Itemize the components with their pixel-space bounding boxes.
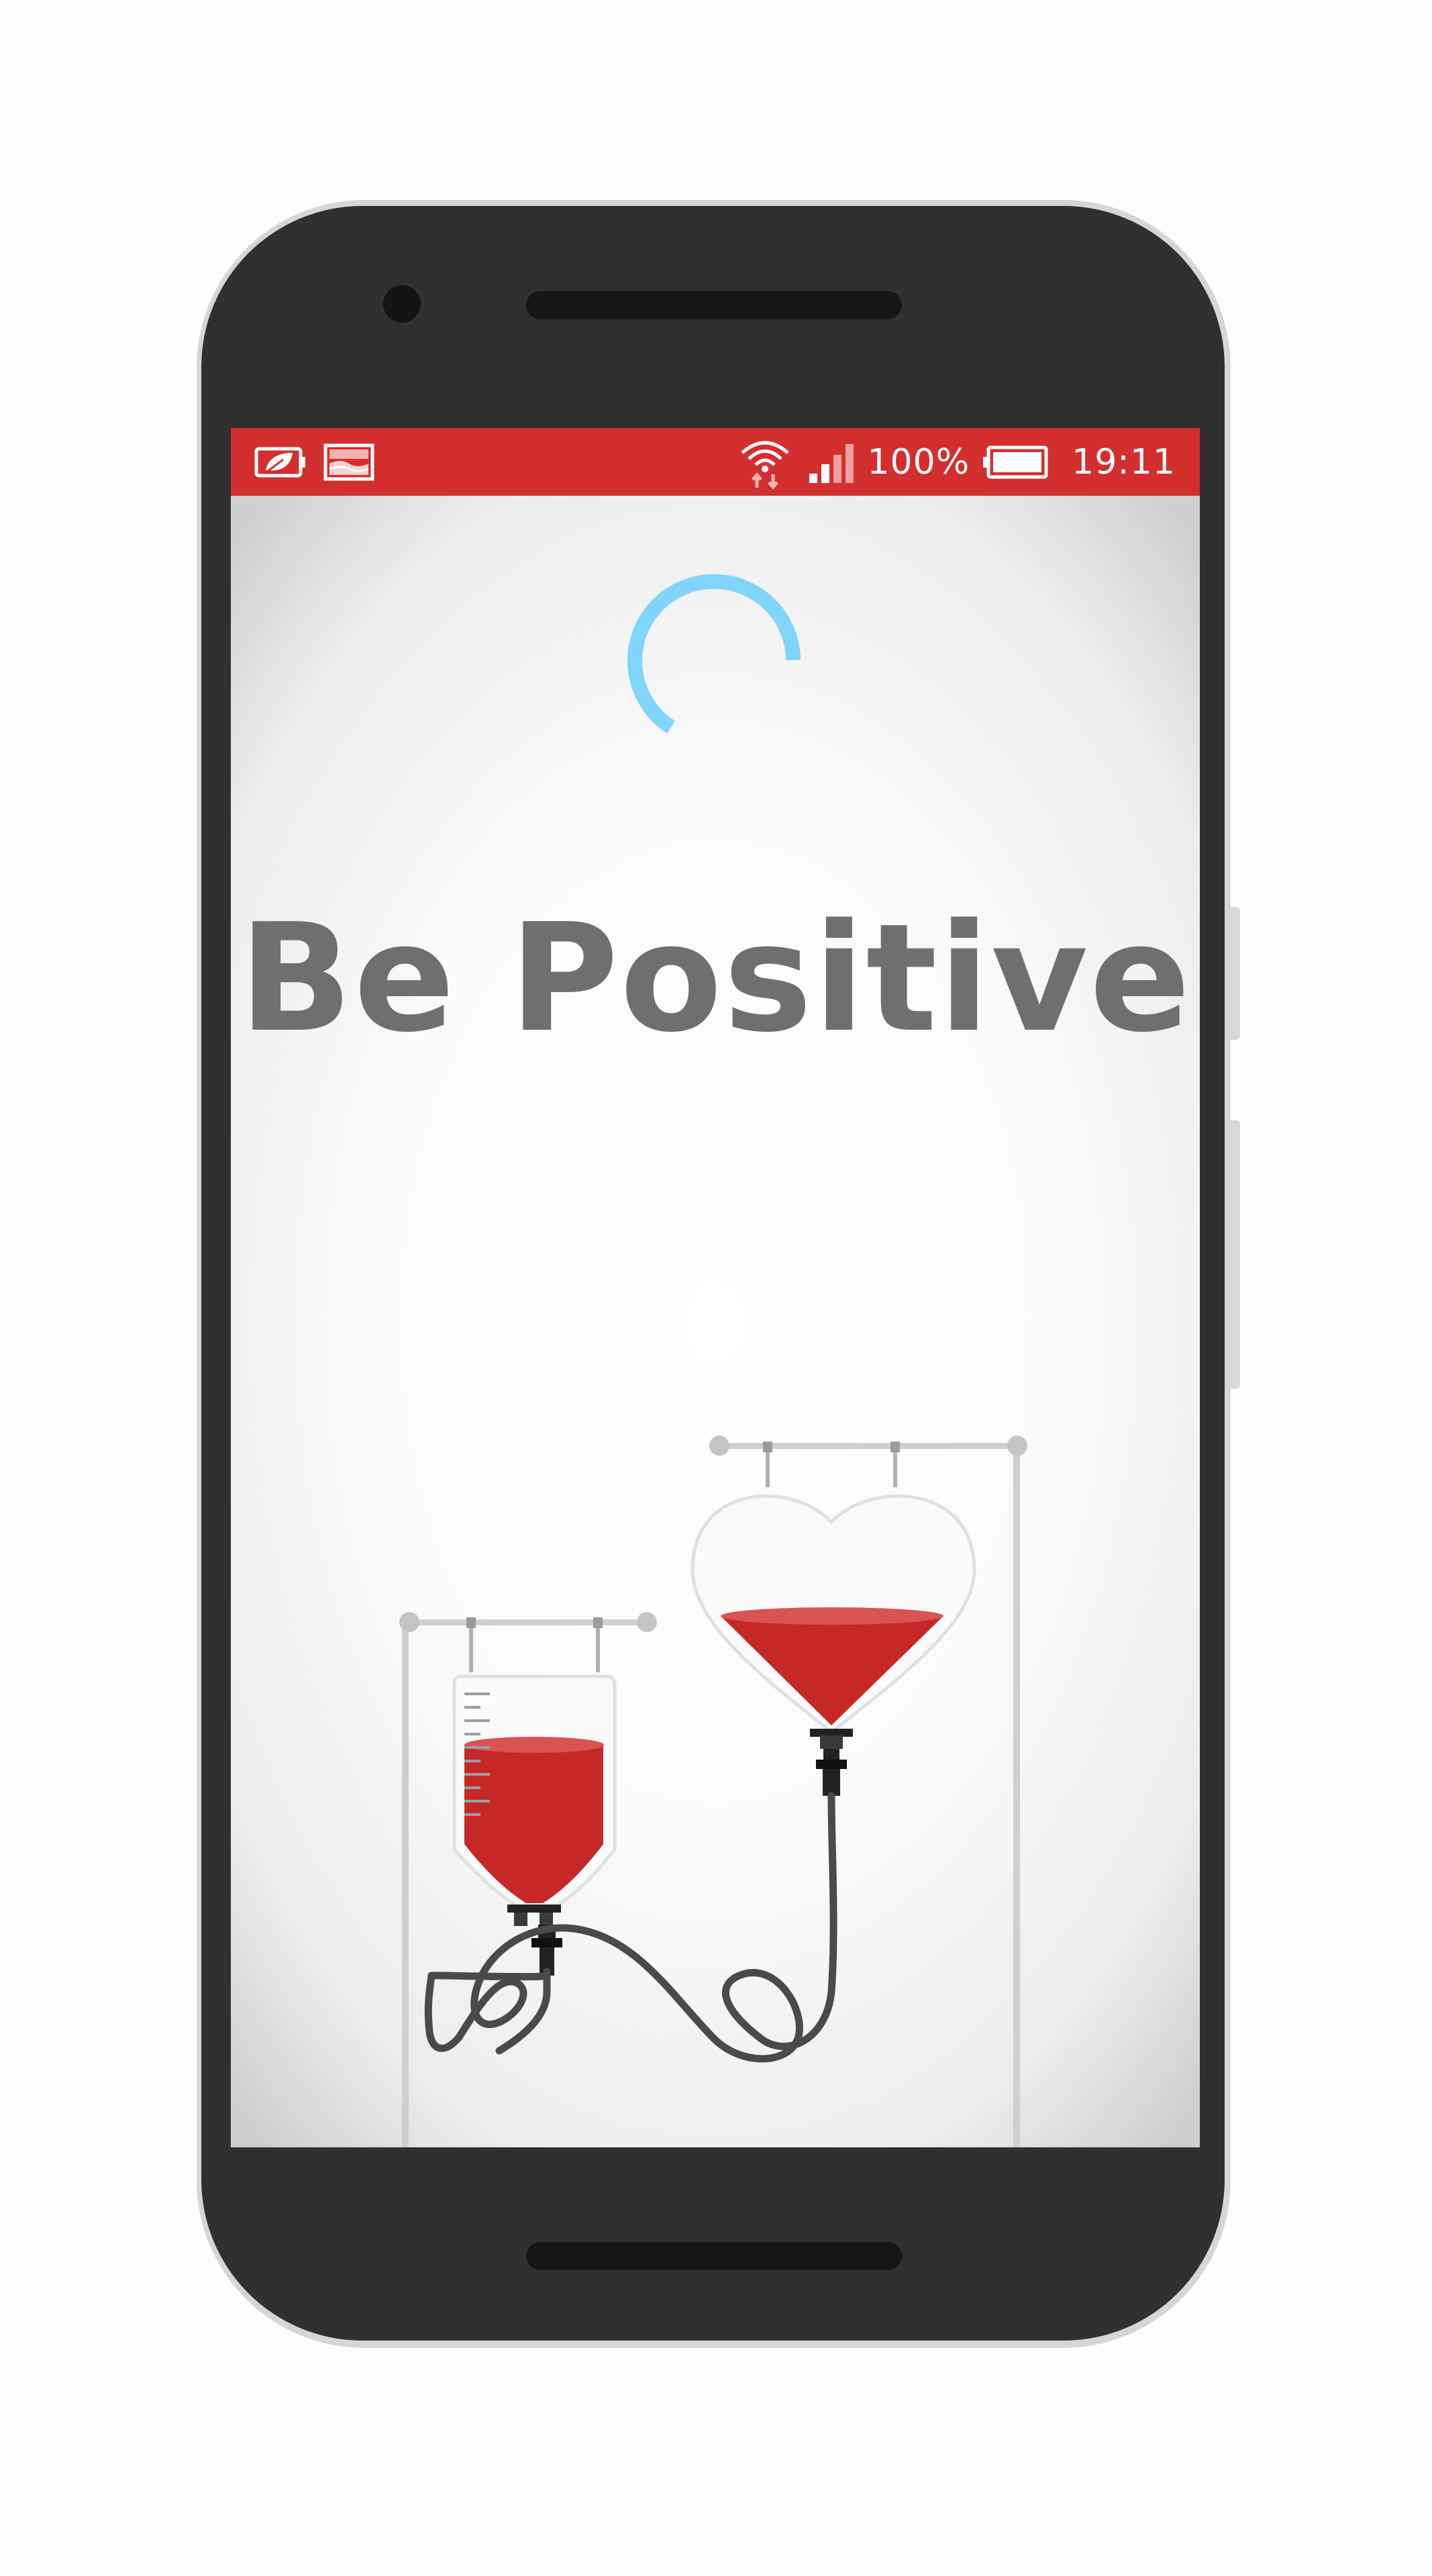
earpiece-speaker bbox=[526, 291, 902, 319]
heart-blood-bag bbox=[691, 1494, 976, 1796]
status-bar: 100% 19:11 bbox=[231, 428, 1200, 496]
volume-button bbox=[1231, 1120, 1240, 1389]
wifi-data-icon bbox=[741, 441, 790, 489]
phone-screen: 100% 19:11 Be Positive bbox=[231, 428, 1200, 2147]
power-button bbox=[1231, 907, 1240, 1040]
page: 100% 19:11 Be Positive bbox=[0, 0, 1432, 2576]
cellular-signal-icon bbox=[809, 443, 854, 483]
battery-percent: 100% bbox=[867, 441, 970, 482]
blood-transfusion-illustration bbox=[399, 1436, 1027, 2147]
bottom-speaker bbox=[526, 2242, 902, 2270]
status-bar-right: 100% 19:11 bbox=[738, 428, 1176, 496]
clock: 19:11 bbox=[1072, 441, 1176, 482]
front-camera bbox=[383, 285, 421, 323]
status-bar-left bbox=[254, 428, 374, 496]
splash-screen: Be Positive bbox=[231, 496, 1200, 2147]
battery-saver-icon bbox=[254, 447, 305, 477]
image-notification-icon bbox=[323, 443, 374, 480]
battery-icon bbox=[983, 445, 1048, 478]
